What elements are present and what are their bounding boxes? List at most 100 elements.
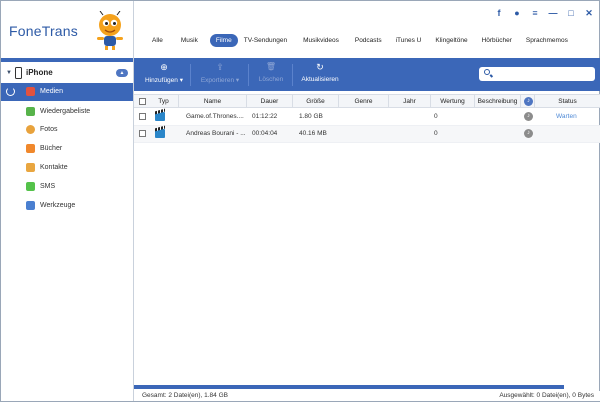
loading-spinner-icon: [6, 87, 15, 96]
progress-bar: [134, 385, 564, 389]
sidebar-item-werkzeuge[interactable]: Werkzeuge: [1, 197, 133, 215]
cell-genre: [339, 109, 389, 125]
column-header-typ[interactable]: Typ: [149, 95, 179, 108]
playlist-icon: [26, 107, 35, 116]
select-all-checkbox[interactable]: [139, 98, 146, 105]
search-input[interactable]: [493, 68, 591, 80]
contacts-icon: [26, 163, 35, 172]
itunes-sync-icon: ♪: [524, 112, 533, 121]
cell-rating: 0: [434, 113, 438, 120]
photos-icon: [26, 125, 35, 134]
add-button-label: Hinzufügen: [145, 77, 178, 84]
cell-duration: 00:04:04: [252, 130, 278, 137]
music-icon: [26, 87, 35, 96]
sidebar-item-medien[interactable]: Medien: [1, 83, 133, 101]
chat-icon[interactable]: ●: [512, 8, 522, 18]
cell-duration: 01:12:22: [252, 113, 278, 120]
logo-area: FoneTrans: [1, 1, 133, 58]
itunes-sync-icon: ♪: [524, 129, 533, 138]
sms-icon: [26, 182, 35, 191]
music-note-icon: ♪: [524, 97, 533, 106]
tab-podcasts[interactable]: Podcasts: [349, 34, 388, 47]
minimize-icon[interactable]: —: [548, 8, 558, 18]
search-icon: [484, 69, 490, 75]
status-link[interactable]: [556, 126, 596, 142]
device-name: iPhone: [26, 68, 53, 77]
movie-icon: [155, 129, 165, 138]
cell-description: [475, 126, 521, 142]
refresh-icon: ↻: [316, 62, 324, 72]
tools-icon: [26, 201, 35, 210]
sidebar-item-label: Wiedergabeliste: [40, 108, 91, 115]
tab-musik[interactable]: Musik: [175, 34, 204, 47]
sidebar-item-label: SMS: [40, 183, 56, 190]
cell-size: 1.80 GB: [299, 113, 323, 120]
export-icon: ⇪: [216, 62, 224, 72]
sidebar-item-kontakte[interactable]: Kontakte: [1, 159, 133, 177]
sidebar-item-label: Kontakte: [40, 164, 68, 171]
sidebar-item-label: Fotos: [40, 126, 58, 133]
tab-sprachmemos[interactable]: Sprachmemos: [520, 34, 574, 47]
export-button[interactable]: ⇪ Exportieren ▾: [196, 61, 244, 89]
delete-button-label: Löschen: [258, 76, 284, 83]
table-header: Typ Name Dauer Größe Genre Jahr Wertung …: [134, 94, 600, 108]
eject-icon[interactable]: ▲: [116, 69, 128, 77]
sidebar-item-label: Medien: [40, 88, 63, 95]
sidebar-divider: [1, 58, 133, 62]
total-files-text: Gesamt: 2 Datei(en), 1.84 GB: [142, 392, 228, 399]
trash-icon: 🗑: [265, 62, 277, 71]
table-row[interactable]: Game.of.Thrones.... 01:12:22 1.80 GB 0 ♪…: [134, 109, 600, 126]
column-header-beschreibung[interactable]: Beschreibung: [475, 95, 521, 108]
tab-alle[interactable]: Alle: [146, 34, 169, 47]
cell-year: [389, 126, 431, 142]
sidebar-item-buecher[interactable]: Bücher: [1, 140, 133, 158]
cell-year: [389, 109, 431, 125]
row-checkbox[interactable]: [139, 130, 146, 137]
delete-button[interactable]: 🗑 Löschen: [254, 61, 288, 89]
device-row[interactable]: ▼ iPhone ▲: [1, 65, 133, 82]
column-header-status[interactable]: Status: [535, 95, 600, 108]
sidebar-item-fotos[interactable]: Fotos: [1, 121, 133, 139]
column-header-jahr[interactable]: Jahr: [389, 95, 431, 108]
status-link[interactable]: Warten: [556, 109, 596, 125]
sidebar-item-label: Bücher: [40, 145, 63, 152]
tab-hoerbuecher[interactable]: Hörbücher: [476, 34, 518, 47]
toolbar-divider: [248, 64, 249, 86]
tab-musikvideos[interactable]: Musikvideos: [297, 34, 345, 47]
column-header-music: ♪: [521, 95, 535, 108]
maximize-icon[interactable]: □: [566, 8, 576, 18]
sidebar-item-wiedergabeliste[interactable]: Wiedergabeliste: [1, 103, 133, 121]
cell-rating: 0: [434, 130, 438, 137]
toolbar: ⊕ Hinzufügen ▾ ⇪ Exportieren ▾ 🗑 Löschen…: [134, 58, 600, 91]
column-header-genre[interactable]: Genre: [339, 95, 389, 108]
tab-klingeltoene[interactable]: Klingeltöne: [429, 34, 473, 47]
toolbar-divider: [190, 64, 191, 86]
column-header-name[interactable]: Name: [179, 95, 247, 108]
column-header-groesse[interactable]: Größe: [293, 95, 339, 108]
app-window: FoneTrans ▼ iPhone ▲ Medien Wiedergabeli…: [0, 0, 600, 402]
movie-icon: [155, 112, 165, 121]
facebook-icon[interactable]: f: [494, 8, 504, 18]
column-header-wertung[interactable]: Wertung: [431, 95, 475, 108]
export-button-label: Exportieren: [200, 77, 235, 84]
add-button[interactable]: ⊕ Hinzufügen ▾: [142, 61, 186, 89]
tab-itunes-u[interactable]: iTunes U: [390, 34, 428, 47]
table-row[interactable]: Andreas Bourani - ... 00:04:04 40.16 MB …: [134, 126, 600, 143]
refresh-button-label: Aktualisieren: [301, 76, 339, 83]
menu-icon[interactable]: ≡: [530, 8, 540, 18]
toolbar-divider: [292, 64, 293, 86]
row-checkbox[interactable]: [139, 113, 146, 120]
refresh-button[interactable]: ↻ Aktualisieren: [298, 61, 342, 89]
books-icon: [26, 144, 35, 153]
search-box[interactable]: [479, 67, 595, 81]
expand-triangle-icon[interactable]: ▼: [6, 70, 12, 76]
cell-genre: [339, 126, 389, 142]
tab-filme[interactable]: Filme: [209, 33, 238, 47]
status-bar: Gesamt: 2 Datei(en), 1.84 GB Ausgewählt:…: [134, 391, 600, 401]
close-icon[interactable]: ✕: [584, 8, 594, 18]
selected-files-text: Ausgewählt: 0 Datei(en), 0 Bytes: [499, 392, 594, 399]
column-header-dauer[interactable]: Dauer: [247, 95, 293, 108]
sidebar-item-label: Werkzeuge: [40, 202, 76, 209]
tab-tv-sendungen[interactable]: TV-Sendungen: [238, 34, 293, 47]
sidebar-item-sms[interactable]: SMS: [1, 178, 133, 196]
